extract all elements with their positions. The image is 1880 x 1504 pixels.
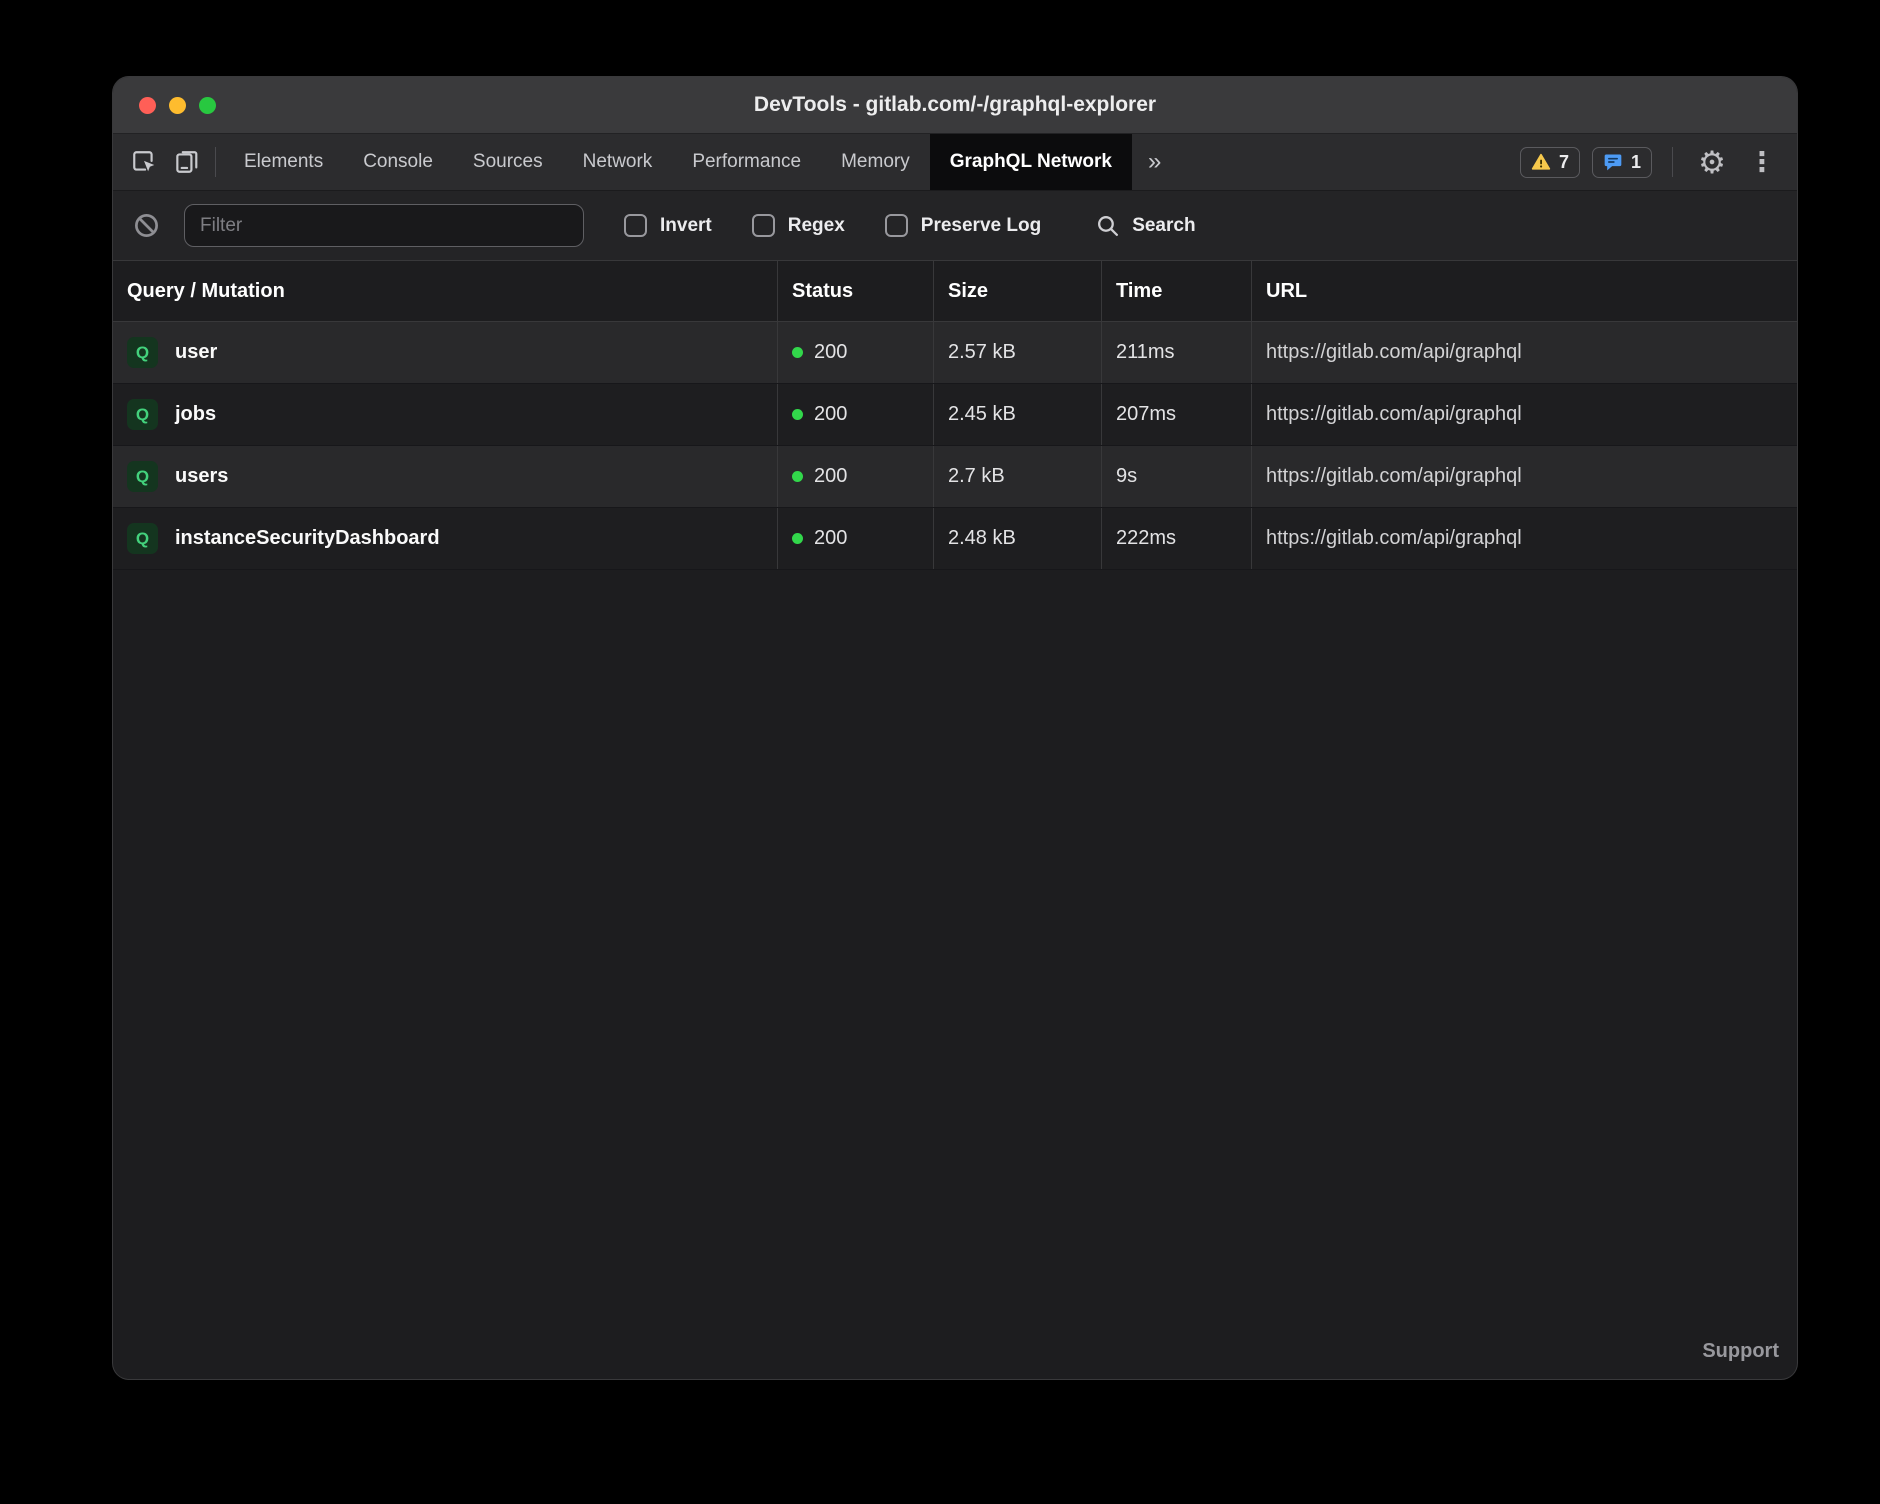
devtools-window: DevTools - gitlab.com/-/graphql-explorer…	[113, 77, 1797, 1379]
table-row[interactable]: Q instanceSecurityDashboard 200 2.48 kB …	[113, 508, 1797, 570]
regex-checkbox-group: Regex	[752, 214, 845, 237]
messages-badge[interactable]: 1	[1592, 147, 1652, 178]
preserve-log-checkbox-group: Preserve Log	[885, 214, 1041, 237]
support-link[interactable]: Support	[1702, 1340, 1779, 1363]
filter-input[interactable]	[184, 204, 584, 247]
more-tabs-chevron-icon[interactable]: »	[1132, 134, 1177, 190]
column-header-status[interactable]: Status	[777, 261, 933, 321]
response-time: 211ms	[1101, 322, 1251, 383]
search-label: Search	[1132, 215, 1195, 237]
preserve-log-checkbox[interactable]	[885, 214, 908, 237]
query-name: users	[175, 465, 228, 488]
table-row[interactable]: Q users 200 2.7 kB 9s https://gitlab.com…	[113, 446, 1797, 508]
status-ok-dot-icon	[792, 409, 803, 420]
request-url: https://gitlab.com/api/graphql	[1251, 508, 1797, 569]
tab-console[interactable]: Console	[343, 134, 453, 190]
filter-toolbar: Invert Regex Preserve Log Search	[113, 190, 1797, 260]
status-ok-dot-icon	[792, 471, 803, 482]
inspect-cursor-icon	[131, 149, 157, 175]
warning-triangle-icon	[1531, 152, 1551, 172]
query-name: instanceSecurityDashboard	[175, 527, 440, 550]
devtools-tab-bar: Elements Console Sources Network Perform…	[113, 133, 1797, 190]
tab-elements[interactable]: Elements	[224, 134, 343, 190]
status-code: 200	[814, 527, 847, 550]
toolbar-divider	[215, 147, 216, 177]
traffic-lights	[139, 97, 216, 114]
column-header-time[interactable]: Time	[1101, 261, 1251, 321]
tab-memory[interactable]: Memory	[821, 134, 930, 190]
table-row[interactable]: Q jobs 200 2.45 kB 207ms https://gitlab.…	[113, 384, 1797, 446]
invert-checkbox[interactable]	[624, 214, 647, 237]
status-code: 200	[814, 341, 847, 364]
zoom-button[interactable]	[199, 97, 216, 114]
invert-label: Invert	[660, 215, 712, 237]
query-type-badge: Q	[127, 523, 158, 554]
tab-graphql-network[interactable]: GraphQL Network	[930, 134, 1132, 190]
device-toolbar-icon	[173, 149, 199, 175]
regex-label: Regex	[788, 215, 845, 237]
response-time: 207ms	[1101, 384, 1251, 445]
regex-checkbox[interactable]	[752, 214, 775, 237]
settings-gear-icon[interactable]: ⚙	[1693, 147, 1731, 178]
table-header-row: Query / Mutation Status Size Time URL	[113, 260, 1797, 322]
table-row[interactable]: Q user 200 2.57 kB 211ms https://gitlab.…	[113, 322, 1797, 384]
right-controls-divider	[1672, 147, 1673, 177]
request-url: https://gitlab.com/api/graphql	[1251, 446, 1797, 507]
message-bubble-icon	[1603, 152, 1623, 172]
search-control[interactable]: Search	[1095, 213, 1195, 238]
close-button[interactable]	[139, 97, 156, 114]
query-type-badge: Q	[127, 337, 158, 368]
query-type-badge: Q	[127, 461, 158, 492]
response-time: 222ms	[1101, 508, 1251, 569]
status-code: 200	[814, 465, 847, 488]
invert-checkbox-group: Invert	[624, 214, 712, 237]
column-header-url[interactable]: URL	[1251, 261, 1797, 321]
warnings-count: 7	[1559, 152, 1569, 173]
inspect-element-button[interactable]	[123, 134, 165, 190]
query-name: user	[175, 341, 217, 364]
response-size: 2.45 kB	[933, 384, 1101, 445]
window-title: DevTools - gitlab.com/-/graphql-explorer	[113, 93, 1797, 117]
request-url: https://gitlab.com/api/graphql	[1251, 384, 1797, 445]
response-time: 9s	[1101, 446, 1251, 507]
query-name: jobs	[175, 403, 216, 426]
response-size: 2.7 kB	[933, 446, 1101, 507]
response-size: 2.48 kB	[933, 508, 1101, 569]
device-toolbar-button[interactable]	[165, 134, 207, 190]
tab-sources[interactable]: Sources	[453, 134, 563, 190]
column-header-query-mutation[interactable]: Query / Mutation	[113, 261, 777, 321]
column-header-size[interactable]: Size	[933, 261, 1101, 321]
tab-performance[interactable]: Performance	[672, 134, 821, 190]
status-ok-dot-icon	[792, 533, 803, 544]
tab-network[interactable]: Network	[563, 134, 673, 190]
preserve-log-label: Preserve Log	[921, 215, 1041, 237]
title-bar: DevTools - gitlab.com/-/graphql-explorer	[113, 77, 1797, 133]
block-requests-icon[interactable]	[133, 212, 160, 239]
status-code: 200	[814, 403, 847, 426]
more-options-menu-icon[interactable]: ⋮	[1743, 149, 1781, 176]
messages-count: 1	[1631, 152, 1641, 173]
request-url: https://gitlab.com/api/graphql	[1251, 322, 1797, 383]
minimize-button[interactable]	[169, 97, 186, 114]
status-ok-dot-icon	[792, 347, 803, 358]
query-type-badge: Q	[127, 399, 158, 430]
response-size: 2.57 kB	[933, 322, 1101, 383]
search-icon	[1095, 213, 1120, 238]
warnings-badge[interactable]: 7	[1520, 147, 1580, 178]
tab-bar-right-controls: 7 1 ⚙ ⋮	[1520, 134, 1797, 190]
